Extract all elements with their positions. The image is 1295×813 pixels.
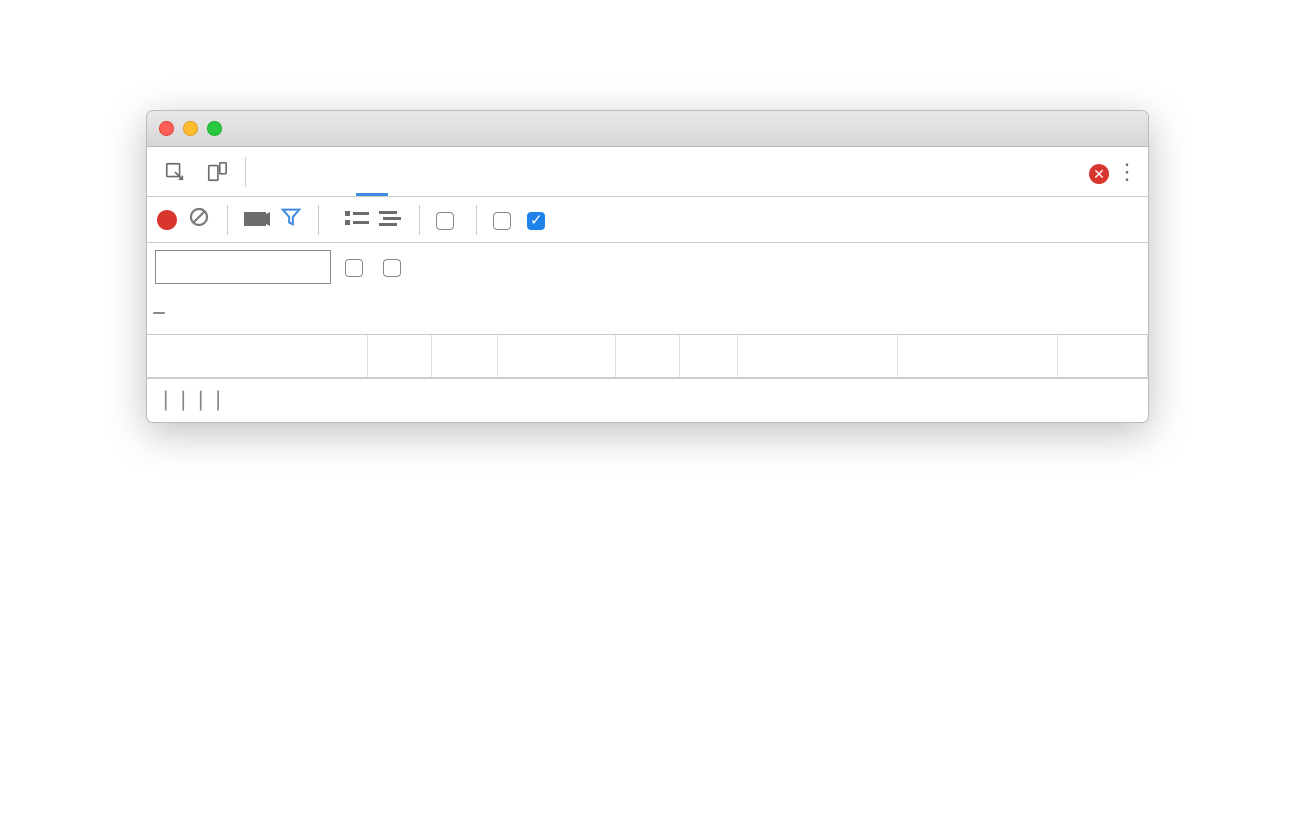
tab-sources[interactable] [322,148,354,196]
filter-all[interactable] [153,312,165,314]
network-toolbar [147,197,1148,243]
regex-checkbox[interactable] [345,254,369,280]
col-name[interactable] [147,335,367,377]
col-type[interactable] [431,335,497,377]
select-element-icon[interactable] [155,154,195,190]
close-button[interactable] [159,121,174,136]
separator [227,205,228,235]
separator [476,205,477,235]
tab-elements[interactable] [254,148,286,196]
group-by-frame-checkbox[interactable] [436,207,460,233]
devtools-window: ✕ ⋮ [146,110,1149,423]
status-bar: | | | | [147,378,1148,422]
view-small-icon[interactable] [379,207,403,233]
col-time[interactable] [679,335,737,377]
type-filter-row [147,291,1148,335]
filter-input[interactable] [155,250,331,284]
separator [318,205,319,235]
clear-icon[interactable] [187,205,211,235]
settings-menu-icon[interactable]: ⋮ [1114,154,1140,190]
record-button[interactable] [157,210,177,230]
titlebar [147,111,1148,147]
minimize-button[interactable] [183,121,198,136]
tab-console[interactable] [288,148,320,196]
filter-row [147,243,1148,291]
traffic-lights [147,121,222,136]
disable-cache-checkbox[interactable] [527,207,551,233]
col-wf2 [1057,335,1148,377]
separator [245,157,246,187]
col-waterfall[interactable] [737,335,897,377]
filter-icon[interactable] [280,206,302,234]
tab-more[interactable] [390,148,410,196]
network-table-area [147,335,1148,378]
network-requests-table [147,335,1148,378]
hide-data-urls-checkbox[interactable] [383,254,407,280]
col-initiator[interactable] [497,335,615,377]
separator [419,205,420,235]
preserve-log-checkbox[interactable] [493,207,517,233]
zoom-button[interactable] [207,121,222,136]
capture-screenshot-icon[interactable] [244,207,270,233]
devtools-tabs: ✕ ⋮ [147,147,1148,197]
table-header-row [147,335,1148,377]
device-toolbar-icon[interactable] [197,154,237,190]
error-badge[interactable]: ✕ [1089,159,1112,185]
col-wf1 [897,335,1057,377]
col-status[interactable] [367,335,431,377]
view-large-icon[interactable] [345,207,369,233]
tab-network[interactable] [356,148,388,196]
col-size[interactable] [615,335,679,377]
